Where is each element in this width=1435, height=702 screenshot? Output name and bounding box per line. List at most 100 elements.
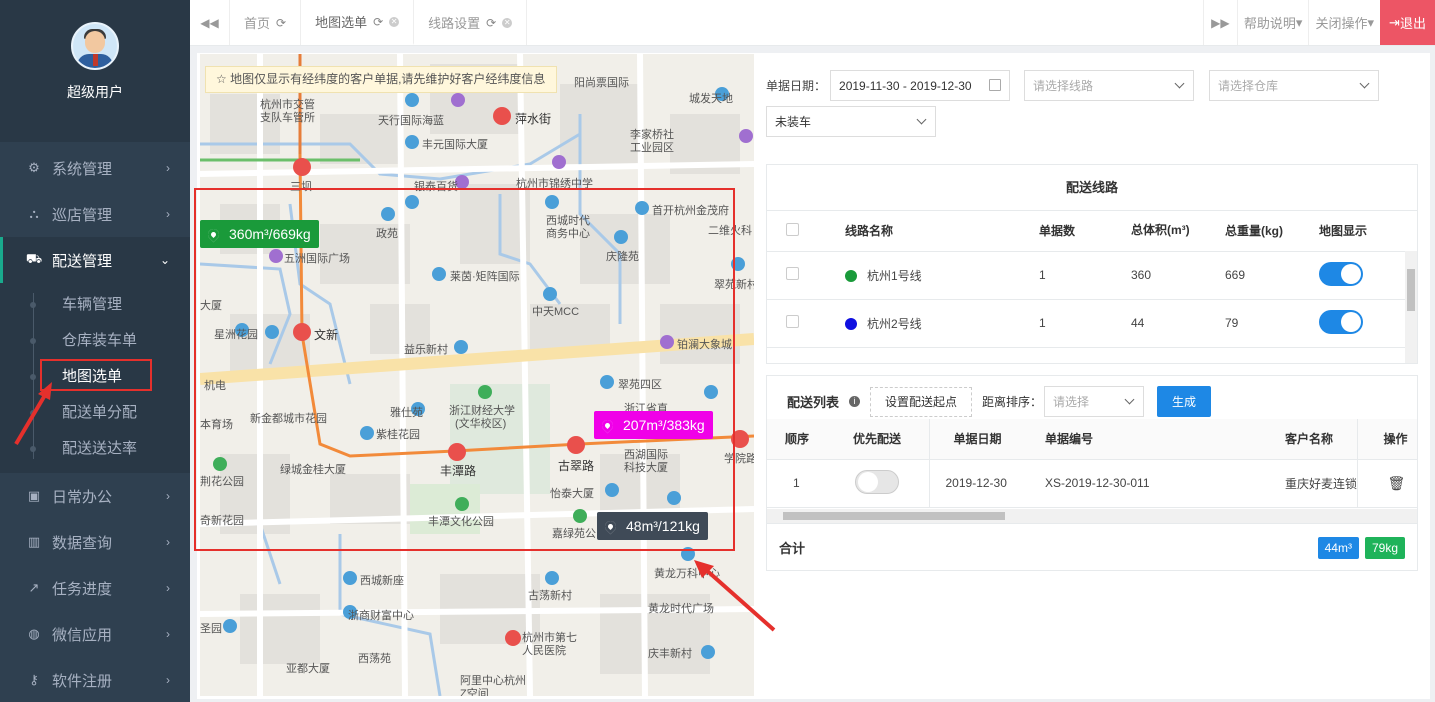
sidebar-item-store-patrol[interactable]: ⛬ 巡店管理 › — [0, 191, 190, 237]
map-marker-route-3[interactable]: 48m³/121kg — [597, 512, 708, 540]
map-label: 翠苑四区 — [618, 379, 662, 391]
sub-item-delivery-rate[interactable]: 配送送达率 — [0, 431, 190, 467]
tabs-back-button[interactable]: ◀◀ — [190, 0, 230, 45]
map-show-toggle[interactable] — [1319, 261, 1363, 286]
logout-button[interactable]: ⇥ 退出 — [1380, 0, 1435, 45]
sort-select[interactable]: 请选择 — [1044, 386, 1145, 417]
total-label: 合计 — [779, 541, 806, 556]
map-label: 嘉绿苑公 — [552, 528, 596, 540]
routes-title: 配送线路 — [767, 165, 1417, 211]
row-checkbox[interactable] — [786, 267, 799, 280]
close-ops-menu[interactable]: 关闭操作 ▾ — [1308, 0, 1380, 45]
sidebar-item-wechat[interactable]: ◍ 微信应用 › — [0, 611, 190, 657]
map-label: 二维火科 — [708, 225, 752, 237]
route-weight: 669 — [1225, 251, 1319, 300]
sidebar-item-system[interactable]: ⚙ 系统管理 › — [0, 145, 190, 191]
map-label: 浙商财富中心 — [348, 610, 414, 622]
sidebar-item-label: 配送管理 — [52, 252, 113, 270]
priority-toggle[interactable] — [855, 469, 899, 494]
sub-item-order-assign[interactable]: 配送单分配 — [0, 395, 190, 431]
map-label: 铂澜大象城 — [677, 339, 732, 351]
col-number: 单据编号 — [1045, 419, 1285, 460]
route-count: 1 — [1039, 299, 1131, 348]
map-label: 科技大厦 — [624, 462, 668, 474]
map-label: 星洲花园 — [214, 329, 258, 341]
map-label: 莱茵·矩阵国际 — [450, 271, 520, 283]
close-icon[interactable]: ✕ — [502, 17, 513, 28]
map-label: 西荡苑 — [358, 653, 391, 665]
sidebar-item-registration[interactable]: ⚷ 软件注册 › — [0, 657, 190, 702]
map-label: 丰潭文化公园 — [428, 516, 494, 528]
map-label: 丰元国际大厦 — [422, 139, 488, 151]
map-label: Z空间 — [460, 688, 489, 696]
map-label: 商务中心 — [546, 228, 590, 240]
col-customer: 客户名称 — [1285, 419, 1357, 460]
sidebar-item-label: 软件注册 — [52, 672, 113, 690]
map-label: 新金都城市花园 — [250, 413, 327, 425]
chevron-down-icon — [1174, 78, 1185, 89]
route-select[interactable]: 请选择线路 — [1024, 70, 1194, 101]
tabs-forward-button[interactable]: ▶▶ — [1202, 0, 1237, 45]
map-label: 紫桂花园 — [376, 429, 420, 441]
user-name: 超级用户 — [67, 84, 123, 100]
help-menu[interactable]: 帮助说明 ▾ — [1236, 0, 1309, 45]
truck-icon: ⛟ — [25, 251, 43, 266]
logout-label: 退出 — [1399, 16, 1426, 31]
map-label: 雅仕苑 — [390, 407, 423, 419]
status-select[interactable]: 未装车 — [766, 106, 936, 137]
avatar[interactable] — [71, 22, 119, 70]
map-label: 黄龙万科中心 — [654, 568, 720, 580]
warehouse-select[interactable]: 请选择仓库 — [1209, 70, 1379, 101]
col-weight: 总重量(kg) — [1225, 211, 1319, 252]
tab-map-select[interactable]: 地图选单 ⟳ ✕ — [301, 0, 415, 45]
info-icon[interactable]: i — [849, 396, 861, 407]
map-show-toggle[interactable] — [1319, 309, 1363, 334]
chevron-right-icon: › — [166, 581, 170, 595]
chevron-right-icon: › — [166, 207, 170, 221]
sub-item-map-select[interactable]: 地图选单 — [0, 359, 190, 395]
refresh-icon[interactable]: ⟳ — [373, 15, 383, 29]
sidebar-item-data-query[interactable]: ▥ 数据查询 › — [0, 519, 190, 565]
map-label: 奇新花园 — [200, 515, 244, 527]
map-marker-route-1[interactable]: 360m³/669kg — [200, 220, 319, 248]
route-select-placeholder: 请选择线路 — [1033, 79, 1094, 93]
map-label: 绿城金桂大厦 — [280, 464, 346, 476]
close-icon[interactable]: ✕ — [389, 16, 400, 27]
col-seq: 顺序 — [767, 419, 829, 460]
trash-icon[interactable]: 🗑 — [1388, 475, 1406, 491]
sidebar-item-office[interactable]: ▣ 日常办公 › — [0, 473, 190, 519]
delivery-table: 顺序 优先配送 单据日期 单据编号 客户名称 操作 1 2019-12-30 X… — [767, 419, 1417, 508]
map-label: 萍水街 — [515, 112, 552, 126]
select-all-checkbox[interactable] — [786, 222, 799, 236]
sub-item-warehouse-loading[interactable]: 仓库装车单 — [0, 323, 190, 359]
chevron-down-icon — [1124, 394, 1135, 405]
delivery-scrollbar[interactable] — [767, 509, 1417, 523]
sidebar-item-task-progress[interactable]: ↗ 任务进度 › — [0, 565, 190, 611]
sub-item-vehicles[interactable]: 车辆管理 — [0, 287, 190, 323]
routes-panel: 配送线路 线路名称 单据数 总体积(m³) 总重量(kg) 地图显示 杭州1号线… — [766, 164, 1418, 364]
tab-route-settings[interactable]: 线路设置 ⟳ ✕ — [414, 0, 528, 45]
date-range-input[interactable]: 2019-11-30 - 2019-12-30 — [830, 70, 1011, 101]
map-label: 工业园区 — [630, 142, 674, 154]
map-label: 人民医院 — [522, 645, 566, 657]
refresh-icon[interactable]: ⟳ — [486, 16, 496, 30]
tab-label: 地图选单 — [315, 15, 368, 30]
tab-home[interactable]: 首页 ⟳ — [230, 0, 302, 45]
sitemap-icon: ⛬ — [29, 206, 39, 221]
refresh-icon[interactable]: ⟳ — [276, 16, 286, 30]
routes-scrollbar[interactable] — [1405, 251, 1417, 363]
generate-button[interactable]: 生成 — [1157, 386, 1212, 417]
row-checkbox[interactable] — [786, 315, 799, 328]
sidebar-item-label: 巡店管理 — [52, 206, 113, 224]
sidebar-item-delivery[interactable]: ⛟ 配送管理 ⌄ — [0, 237, 190, 283]
map-view[interactable]: 阳尚票国际 杭州市交管 支队车管所 天行国际海蓝 萍水街 城发天地 丰元国际大厦… — [200, 54, 754, 696]
chevron-down-icon — [1359, 78, 1370, 89]
status-select-value: 未装车 — [775, 115, 812, 129]
chevron-right-icon: › — [166, 673, 170, 687]
route-count: 1 — [1039, 251, 1131, 300]
map-marker-route-2[interactable]: 207m³/383kg — [594, 411, 713, 439]
map-label: 首开杭州金茂府 — [652, 205, 729, 217]
chevron-right-icon: › — [166, 489, 170, 503]
map-label: 五洲国际广场 — [284, 253, 350, 265]
set-start-button[interactable]: 设置配送起点 — [870, 386, 973, 417]
